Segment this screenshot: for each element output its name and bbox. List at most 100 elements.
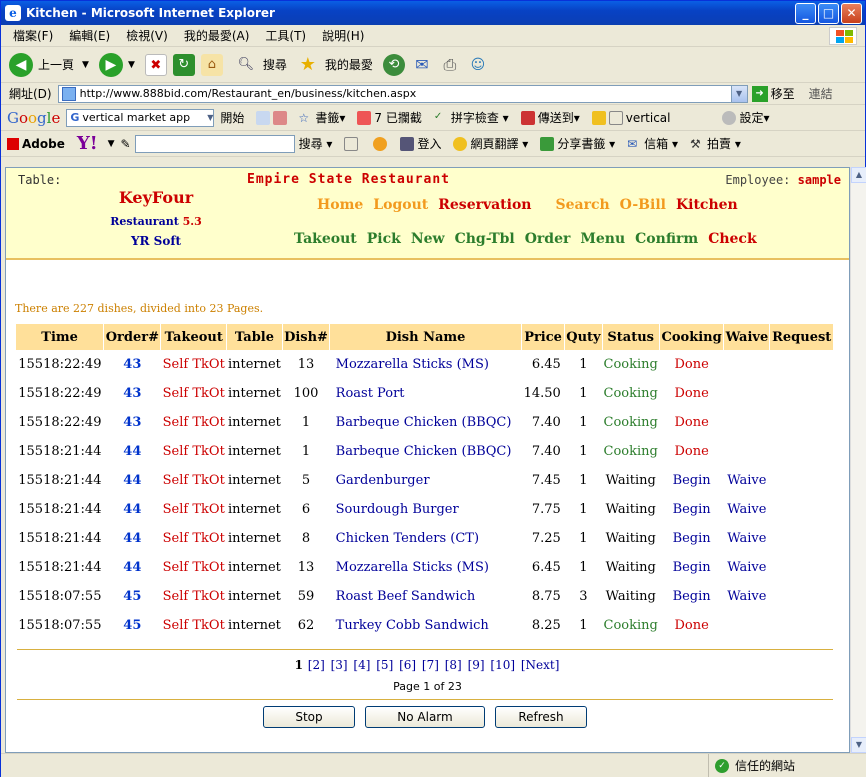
page-link[interactable]: [8]: [445, 658, 462, 672]
nav-pick[interactable]: Pick: [367, 231, 401, 247]
page-link[interactable]: [9]: [468, 658, 485, 672]
cell-cooking[interactable]: Begin: [659, 524, 724, 553]
vertical-scrollbar[interactable]: ▲ ▼: [850, 167, 866, 753]
yahoo-logo[interactable]: Y!: [77, 133, 98, 154]
nav-menu[interactable]: Menu: [580, 231, 625, 247]
login-button[interactable]: 登入: [400, 135, 441, 152]
home-icon[interactable]: ⌂: [200, 53, 223, 76]
google-search-input[interactable]: Gvertical market app ▼: [66, 108, 215, 127]
scroll-up-icon[interactable]: ▲: [851, 167, 866, 183]
stop-icon[interactable]: ✖: [144, 53, 167, 76]
nav-home[interactable]: Home: [317, 197, 363, 213]
bookmarks-button[interactable]: ☆ 書籤▾: [298, 109, 345, 126]
menu-favorites[interactable]: 我的最愛(A): [184, 27, 250, 44]
nav-confirm[interactable]: Confirm: [635, 231, 698, 247]
scroll-down-icon[interactable]: ▼: [851, 737, 866, 753]
maximize-button[interactable]: □: [818, 2, 839, 24]
cell-cooking[interactable]: Done: [659, 408, 724, 437]
links-label[interactable]: 連結: [809, 85, 833, 102]
menu-help[interactable]: 說明(H): [322, 27, 364, 44]
go-button[interactable]: ➜ 移至: [751, 85, 795, 102]
translate-button[interactable]: 網頁翻譯 ▾: [453, 135, 528, 152]
news-icon[interactable]: [256, 110, 271, 125]
page-link[interactable]: [6]: [399, 658, 416, 672]
cell-cooking[interactable]: Done: [659, 437, 724, 466]
forward-button[interactable]: ▶ ▼: [98, 52, 135, 77]
window-icon[interactable]: [344, 136, 359, 151]
cell-order[interactable]: 45: [104, 611, 161, 640]
cell-order[interactable]: 45: [104, 582, 161, 611]
refresh-button[interactable]: Refresh: [495, 706, 587, 728]
cell-order[interactable]: 44: [104, 495, 161, 524]
nav-reservation[interactable]: Reservation: [438, 197, 531, 213]
page-link[interactable]: [7]: [422, 658, 439, 672]
mail-icon[interactable]: ✉: [411, 54, 433, 76]
cell-waive[interactable]: Waive: [724, 553, 770, 582]
nav-kitchen[interactable]: Kitchen: [676, 197, 738, 213]
nav-o-bill[interactable]: O-Bill: [620, 197, 666, 213]
google-open-button[interactable]: 開始: [220, 109, 244, 126]
refresh-icon[interactable]: ↻: [172, 53, 195, 76]
page-link[interactable]: [Next]: [521, 658, 560, 672]
cell-cooking[interactable]: Begin: [659, 495, 724, 524]
mail-button[interactable]: ✉ 信箱 ▾: [627, 135, 678, 152]
history-icon[interactable]: ⟲: [382, 53, 405, 76]
address-input[interactable]: http://www.888bid.com/Restaurant_en/busi…: [57, 84, 748, 103]
page-link[interactable]: [5]: [376, 658, 393, 672]
cell-order[interactable]: 44: [104, 553, 161, 582]
yahoo-search-input[interactable]: [134, 134, 295, 153]
menu-file[interactable]: 檔案(F): [13, 27, 53, 44]
share-bookmarks-button[interactable]: 分享書籤 ▾: [540, 135, 615, 152]
nav-takeout[interactable]: Takeout: [294, 231, 357, 247]
auction-button[interactable]: ⚒ 拍賣 ▾: [690, 135, 741, 152]
compass-icon[interactable]: [373, 136, 388, 151]
cell-cooking[interactable]: Done: [659, 350, 724, 379]
cell-order[interactable]: 44: [104, 437, 161, 466]
settings-button[interactable]: 設定▾: [722, 109, 770, 126]
pagerank-icon[interactable]: [273, 110, 288, 125]
cell-waive[interactable]: Waive: [724, 582, 770, 611]
cell-cooking[interactable]: Begin: [659, 582, 724, 611]
cell-cooking[interactable]: Done: [659, 611, 724, 640]
favorites-button[interactable]: ★ 我的最愛: [297, 54, 373, 76]
nav-search[interactable]: Search: [555, 197, 609, 213]
close-button[interactable]: ✕: [841, 2, 862, 24]
nav-logout[interactable]: Logout: [373, 197, 428, 213]
nav-check[interactable]: Check: [708, 231, 756, 247]
popup-blocker[interactable]: 7 已攔截: [357, 109, 422, 126]
cell-order[interactable]: 44: [104, 524, 161, 553]
cell-order[interactable]: 44: [104, 466, 161, 495]
no-alarm-button[interactable]: No Alarm: [365, 706, 485, 728]
page-link[interactable]: [10]: [490, 658, 515, 672]
pencil-icon[interactable]: ✎: [121, 137, 131, 151]
cell-waive[interactable]: Waive: [724, 524, 770, 553]
menu-view[interactable]: 檢視(V): [126, 27, 168, 44]
cell-waive[interactable]: Waive: [724, 495, 770, 524]
adobe-button[interactable]: Adobe: [7, 137, 65, 151]
cell-cooking[interactable]: Done: [659, 379, 724, 408]
messenger-icon[interactable]: ☺: [467, 54, 489, 76]
cell-order[interactable]: 43: [104, 350, 161, 379]
highlight-button[interactable]: vertical: [591, 110, 670, 125]
yahoo-search-button[interactable]: 搜尋 ▾: [299, 135, 333, 152]
back-button[interactable]: ◀ 上一頁 ▼: [9, 52, 89, 77]
stop-button[interactable]: Stop: [263, 706, 355, 728]
cell-order[interactable]: 43: [104, 379, 161, 408]
cell-cooking[interactable]: Begin: [659, 553, 724, 582]
cell-order[interactable]: 43: [104, 408, 161, 437]
send-to-button[interactable]: 傳送到▾: [520, 109, 580, 126]
cell-cooking[interactable]: Begin: [659, 466, 724, 495]
page-link[interactable]: [3]: [331, 658, 348, 672]
spellcheck-button[interactable]: ✓ 拼字檢查 ▾: [434, 109, 509, 126]
page-link[interactable]: [2]: [308, 658, 325, 672]
menu-edit[interactable]: 編輯(E): [69, 27, 110, 44]
menu-tools[interactable]: 工具(T): [265, 27, 306, 44]
minimize-button[interactable]: _: [795, 2, 816, 24]
nav-new[interactable]: New: [411, 231, 445, 247]
chevron-down-icon[interactable]: ▼: [730, 85, 747, 102]
print-icon[interactable]: ⎙: [439, 54, 461, 76]
cell-waive[interactable]: Waive: [724, 466, 770, 495]
search-button[interactable]: 🔍︎ 搜尋: [235, 54, 287, 76]
nav-order[interactable]: Order: [525, 231, 571, 247]
page-link[interactable]: [4]: [353, 658, 370, 672]
